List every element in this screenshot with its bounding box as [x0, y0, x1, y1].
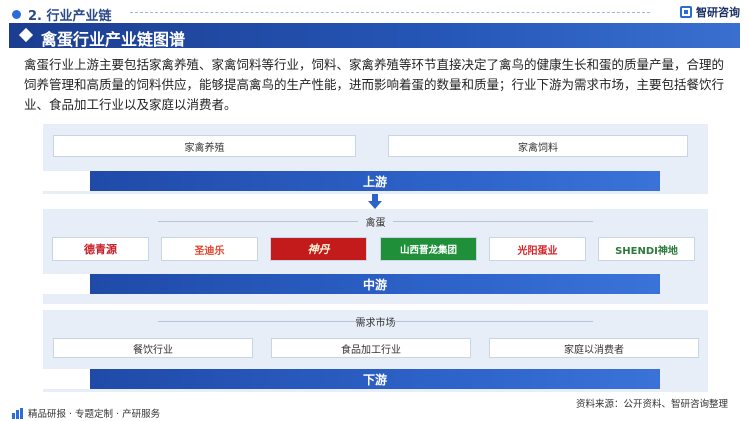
bar-cap	[43, 369, 90, 389]
down-arrow-icon	[367, 194, 383, 210]
section-header: 2. 行业产业链	[12, 5, 112, 24]
intro-paragraph: 禽蛋行业上游主要包括家禽养殖、家禽饲料等行业，饲料、家禽养殖等环节直接决定了禽鸟…	[24, 57, 725, 112]
title-banner: 禽蛋行业产业链图谱	[9, 23, 740, 49]
header-divider	[130, 12, 650, 13]
upstream-bar: 上游	[90, 171, 660, 191]
report-icon	[12, 407, 23, 419]
bar-cap	[43, 171, 90, 191]
midstream-bar: 中游	[90, 274, 660, 294]
downstream-item-catering: 餐饮行业	[53, 338, 253, 358]
company-logo-shengdile: 圣迪乐	[161, 237, 258, 261]
downstream-bar: 下游	[90, 369, 660, 389]
source-note: 资料来源：公开资料、智研咨询整理	[575, 399, 728, 410]
brand-name: 智研咨询	[696, 6, 740, 19]
company-logo-guangyang: 光阳蛋业	[489, 237, 586, 261]
company-logo-shendi: SHENDI神地	[598, 237, 695, 261]
downstream-title-line-right	[393, 321, 593, 322]
downstream-item-household: 家庭以消费者	[489, 338, 699, 358]
banner-title: 禽蛋行业产业链图谱	[41, 30, 186, 49]
upstream-item-poultry-feed: 家禽饲料	[388, 135, 688, 157]
company-logo-jinlong: 山西晋龙集团	[380, 237, 477, 261]
tagline-text: 精品研报 · 专题定制 · 产研服务	[28, 409, 161, 420]
midstream-title: 禽蛋	[365, 218, 386, 229]
section-title: 2. 行业产业链	[28, 9, 112, 24]
company-logo-deqingyuan: 德青源	[52, 237, 149, 261]
footer-tagline: 精品研报 · 专题定制 · 产研服务	[12, 406, 160, 420]
brand-logo: 智研咨询	[680, 4, 740, 20]
brand-mark-icon	[680, 6, 692, 18]
downstream-item-food-processing: 食品加工行业	[271, 338, 471, 358]
downstream-title: 需求市场	[355, 318, 396, 329]
company-logo-shendan: 神丹	[270, 237, 367, 261]
bar-cap	[43, 274, 90, 294]
diamond-icon	[18, 27, 34, 43]
bullet-dot-icon	[12, 10, 21, 19]
upstream-item-poultry-farming: 家禽养殖	[53, 135, 356, 157]
midstream-title-line-right	[393, 221, 593, 222]
